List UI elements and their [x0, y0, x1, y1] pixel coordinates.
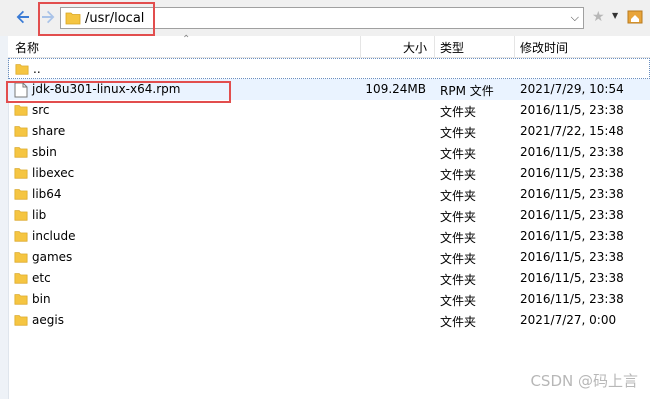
file-modified: 2021/7/27, 0:00	[520, 313, 617, 327]
file-type: 文件夹	[440, 168, 477, 182]
chevron-down-icon[interactable]: ▼	[612, 11, 618, 20]
back-arrow-icon[interactable]	[15, 9, 31, 25]
file-type: 文件夹	[440, 126, 477, 140]
folder-icon	[14, 145, 28, 162]
column-size[interactable]: 大小	[403, 39, 427, 56]
file-type: 文件夹	[440, 147, 477, 161]
column-divider[interactable]	[360, 36, 361, 57]
file-modified: 2021/7/22, 15:48	[520, 124, 624, 138]
list-item-parent[interactable]: ..	[8, 58, 650, 79]
home-icon[interactable]	[627, 9, 643, 28]
list-item[interactable]: aegis 文件夹 2021/7/27, 0:00	[8, 310, 650, 331]
file-modified: 2016/11/5, 23:38	[520, 103, 624, 117]
file-name: bin	[32, 292, 51, 306]
file-type: 文件夹	[440, 189, 477, 203]
file-type: 文件夹	[440, 273, 477, 287]
file-modified: 2016/11/5, 23:38	[520, 187, 624, 201]
folder-icon	[14, 166, 28, 183]
file-type: 文件夹	[440, 231, 477, 245]
folder-icon	[14, 271, 28, 288]
file-modified: 2016/11/5, 23:38	[520, 208, 624, 222]
folder-icon	[14, 313, 28, 330]
folder-icon	[14, 250, 28, 267]
folder-icon	[15, 62, 29, 79]
file-type: 文件夹	[440, 294, 477, 308]
file-name: sbin	[32, 145, 57, 159]
chevron-down-icon[interactable]: ⌵	[571, 11, 579, 25]
file-name: src	[32, 103, 50, 117]
file-name: games	[32, 250, 73, 264]
file-modified: 2016/11/5, 23:38	[520, 166, 624, 180]
file-modified: 2016/11/5, 23:38	[520, 145, 624, 159]
list-item[interactable]: src 文件夹 2016/11/5, 23:38	[8, 100, 650, 121]
file-modified: 2016/11/5, 23:38	[520, 229, 624, 243]
folder-icon	[14, 292, 28, 309]
column-divider[interactable]	[514, 36, 515, 57]
file-type: 文件夹	[440, 315, 477, 329]
file-type: RPM 文件	[440, 84, 494, 98]
list-item[interactable]: lib 文件夹 2016/11/5, 23:38	[8, 205, 650, 226]
file-name: aegis	[32, 313, 64, 327]
folder-icon	[14, 208, 28, 225]
column-name[interactable]: 名称	[15, 39, 39, 56]
file-modified: 2016/11/5, 23:38	[520, 271, 624, 285]
folder-icon	[14, 229, 28, 246]
list-item[interactable]: share 文件夹 2021/7/22, 15:48	[8, 121, 650, 142]
file-name: lib64	[32, 187, 62, 201]
list-item[interactable]: lib64 文件夹 2016/11/5, 23:38	[8, 184, 650, 205]
file-size: 109.24MB	[365, 82, 426, 96]
folder-icon	[14, 124, 28, 141]
file-name: libexec	[32, 166, 75, 180]
file-modified: 2021/7/29, 10:54	[520, 82, 624, 96]
list-item[interactable]: sbin 文件夹 2016/11/5, 23:38	[8, 142, 650, 163]
list-item[interactable]: include 文件夹 2016/11/5, 23:38	[8, 226, 650, 247]
folder-icon	[14, 103, 28, 120]
file-modified: 2016/11/5, 23:38	[520, 250, 624, 264]
file-type: 文件夹	[440, 105, 477, 119]
watermark: CSDN @码上言	[530, 372, 638, 390]
highlight-box	[6, 81, 231, 103]
file-name: share	[32, 124, 66, 138]
file-type: 文件夹	[440, 210, 477, 224]
file-list: .. jdk-8u301-linux-x64.rpm 109.24MB RPM …	[8, 58, 650, 399]
column-header: 名称 ⌃ 大小 类型 修改时间	[8, 34, 650, 58]
sort-indicator-icon: ⌃	[182, 34, 191, 45]
file-name: etc	[32, 271, 51, 285]
list-item[interactable]: etc 文件夹 2016/11/5, 23:38	[8, 268, 650, 289]
file-type: 文件夹	[440, 252, 477, 266]
column-type[interactable]: 类型	[440, 39, 464, 56]
file-name: ..	[33, 62, 41, 76]
list-item[interactable]: libexec 文件夹 2016/11/5, 23:38	[8, 163, 650, 184]
column-modified[interactable]: 修改时间	[520, 39, 568, 56]
highlight-box	[38, 2, 155, 36]
column-divider[interactable]	[434, 36, 435, 57]
star-icon[interactable]: ★	[592, 9, 605, 25]
file-name: include	[32, 229, 76, 243]
list-item[interactable]: games 文件夹 2016/11/5, 23:38	[8, 247, 650, 268]
list-item[interactable]: bin 文件夹 2016/11/5, 23:38	[8, 289, 650, 310]
file-name: lib	[32, 208, 47, 222]
file-modified: 2016/11/5, 23:38	[520, 292, 624, 306]
folder-icon	[14, 187, 28, 204]
